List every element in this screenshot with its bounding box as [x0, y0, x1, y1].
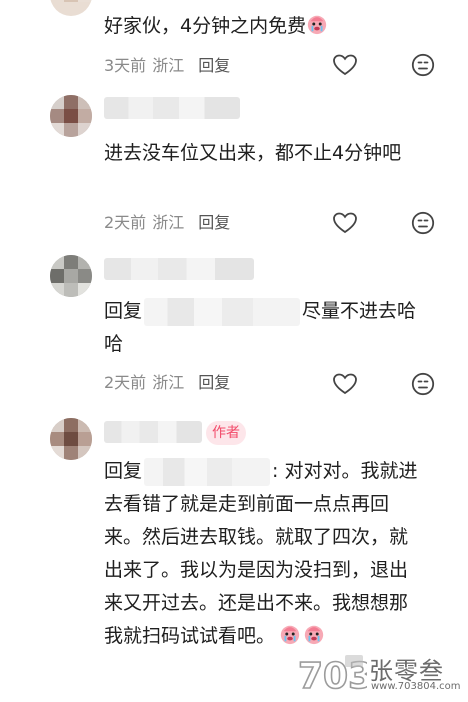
username-blurred[interactable] — [104, 258, 254, 280]
reply-button[interactable]: 回复 — [198, 213, 230, 232]
comment-time: 2天前 — [104, 213, 147, 232]
avatar[interactable] — [50, 418, 92, 460]
meh-face-icon[interactable] — [411, 53, 435, 77]
crying-face-emoji-icon — [307, 15, 327, 35]
reply-button[interactable]: 回复 — [198, 373, 230, 392]
comment-meta: 2天前 浙江 回复 — [104, 211, 230, 235]
heart-outline-icon[interactable] — [332, 372, 358, 396]
comment-meta: 3天前 浙江 回复 — [104, 54, 230, 78]
crying-face-emoji-icon — [280, 625, 300, 645]
heart-outline-icon[interactable] — [332, 211, 358, 235]
comment-text: 回复: 对对对。我就进去看错了就是走到前面一点点再回来。然后进去取钱。就取了四次… — [104, 455, 426, 653]
avatar[interactable] — [50, 0, 92, 16]
comment-location: 浙江 — [152, 213, 185, 232]
avatar[interactable] — [50, 95, 92, 137]
mentioned-user-blurred[interactable] — [144, 457, 271, 486]
avatar[interactable] — [50, 255, 92, 297]
reply-prefix: 回复 — [104, 300, 143, 322]
author-tag: 作者 — [206, 421, 246, 445]
comment-text: 进去没车位又出来，都不止4分钟吧 — [104, 142, 402, 164]
comment-time: 2天前 — [104, 373, 147, 392]
comment-text: 好家伙，4分钟之内免费 — [104, 10, 434, 43]
watermark-logo-icon: 703 — [297, 655, 367, 697]
comment-location: 浙江 — [152, 56, 185, 75]
username-blurred[interactable] — [104, 421, 202, 443]
meh-face-icon[interactable] — [411, 211, 435, 235]
watermark: 703 张零叁 www.703804.com — [297, 651, 465, 697]
mentioned-user-blurred[interactable] — [144, 297, 301, 326]
crying-face-emoji-icon — [304, 625, 324, 645]
comment-location: 浙江 — [152, 373, 185, 392]
reply-button[interactable]: 回复 — [198, 56, 230, 75]
comment-time: 3天前 — [104, 56, 147, 75]
username-blurred[interactable] — [104, 97, 240, 119]
comment-meta: 2天前 浙江 回复 — [104, 371, 230, 395]
comment-text: 回复 尽量不进去哈哈 — [104, 295, 422, 361]
heart-outline-icon[interactable] — [332, 53, 358, 77]
reply-prefix: 回复 — [104, 460, 143, 482]
meh-face-icon[interactable] — [411, 372, 435, 396]
watermark-url: www.703804.com — [371, 681, 461, 692]
